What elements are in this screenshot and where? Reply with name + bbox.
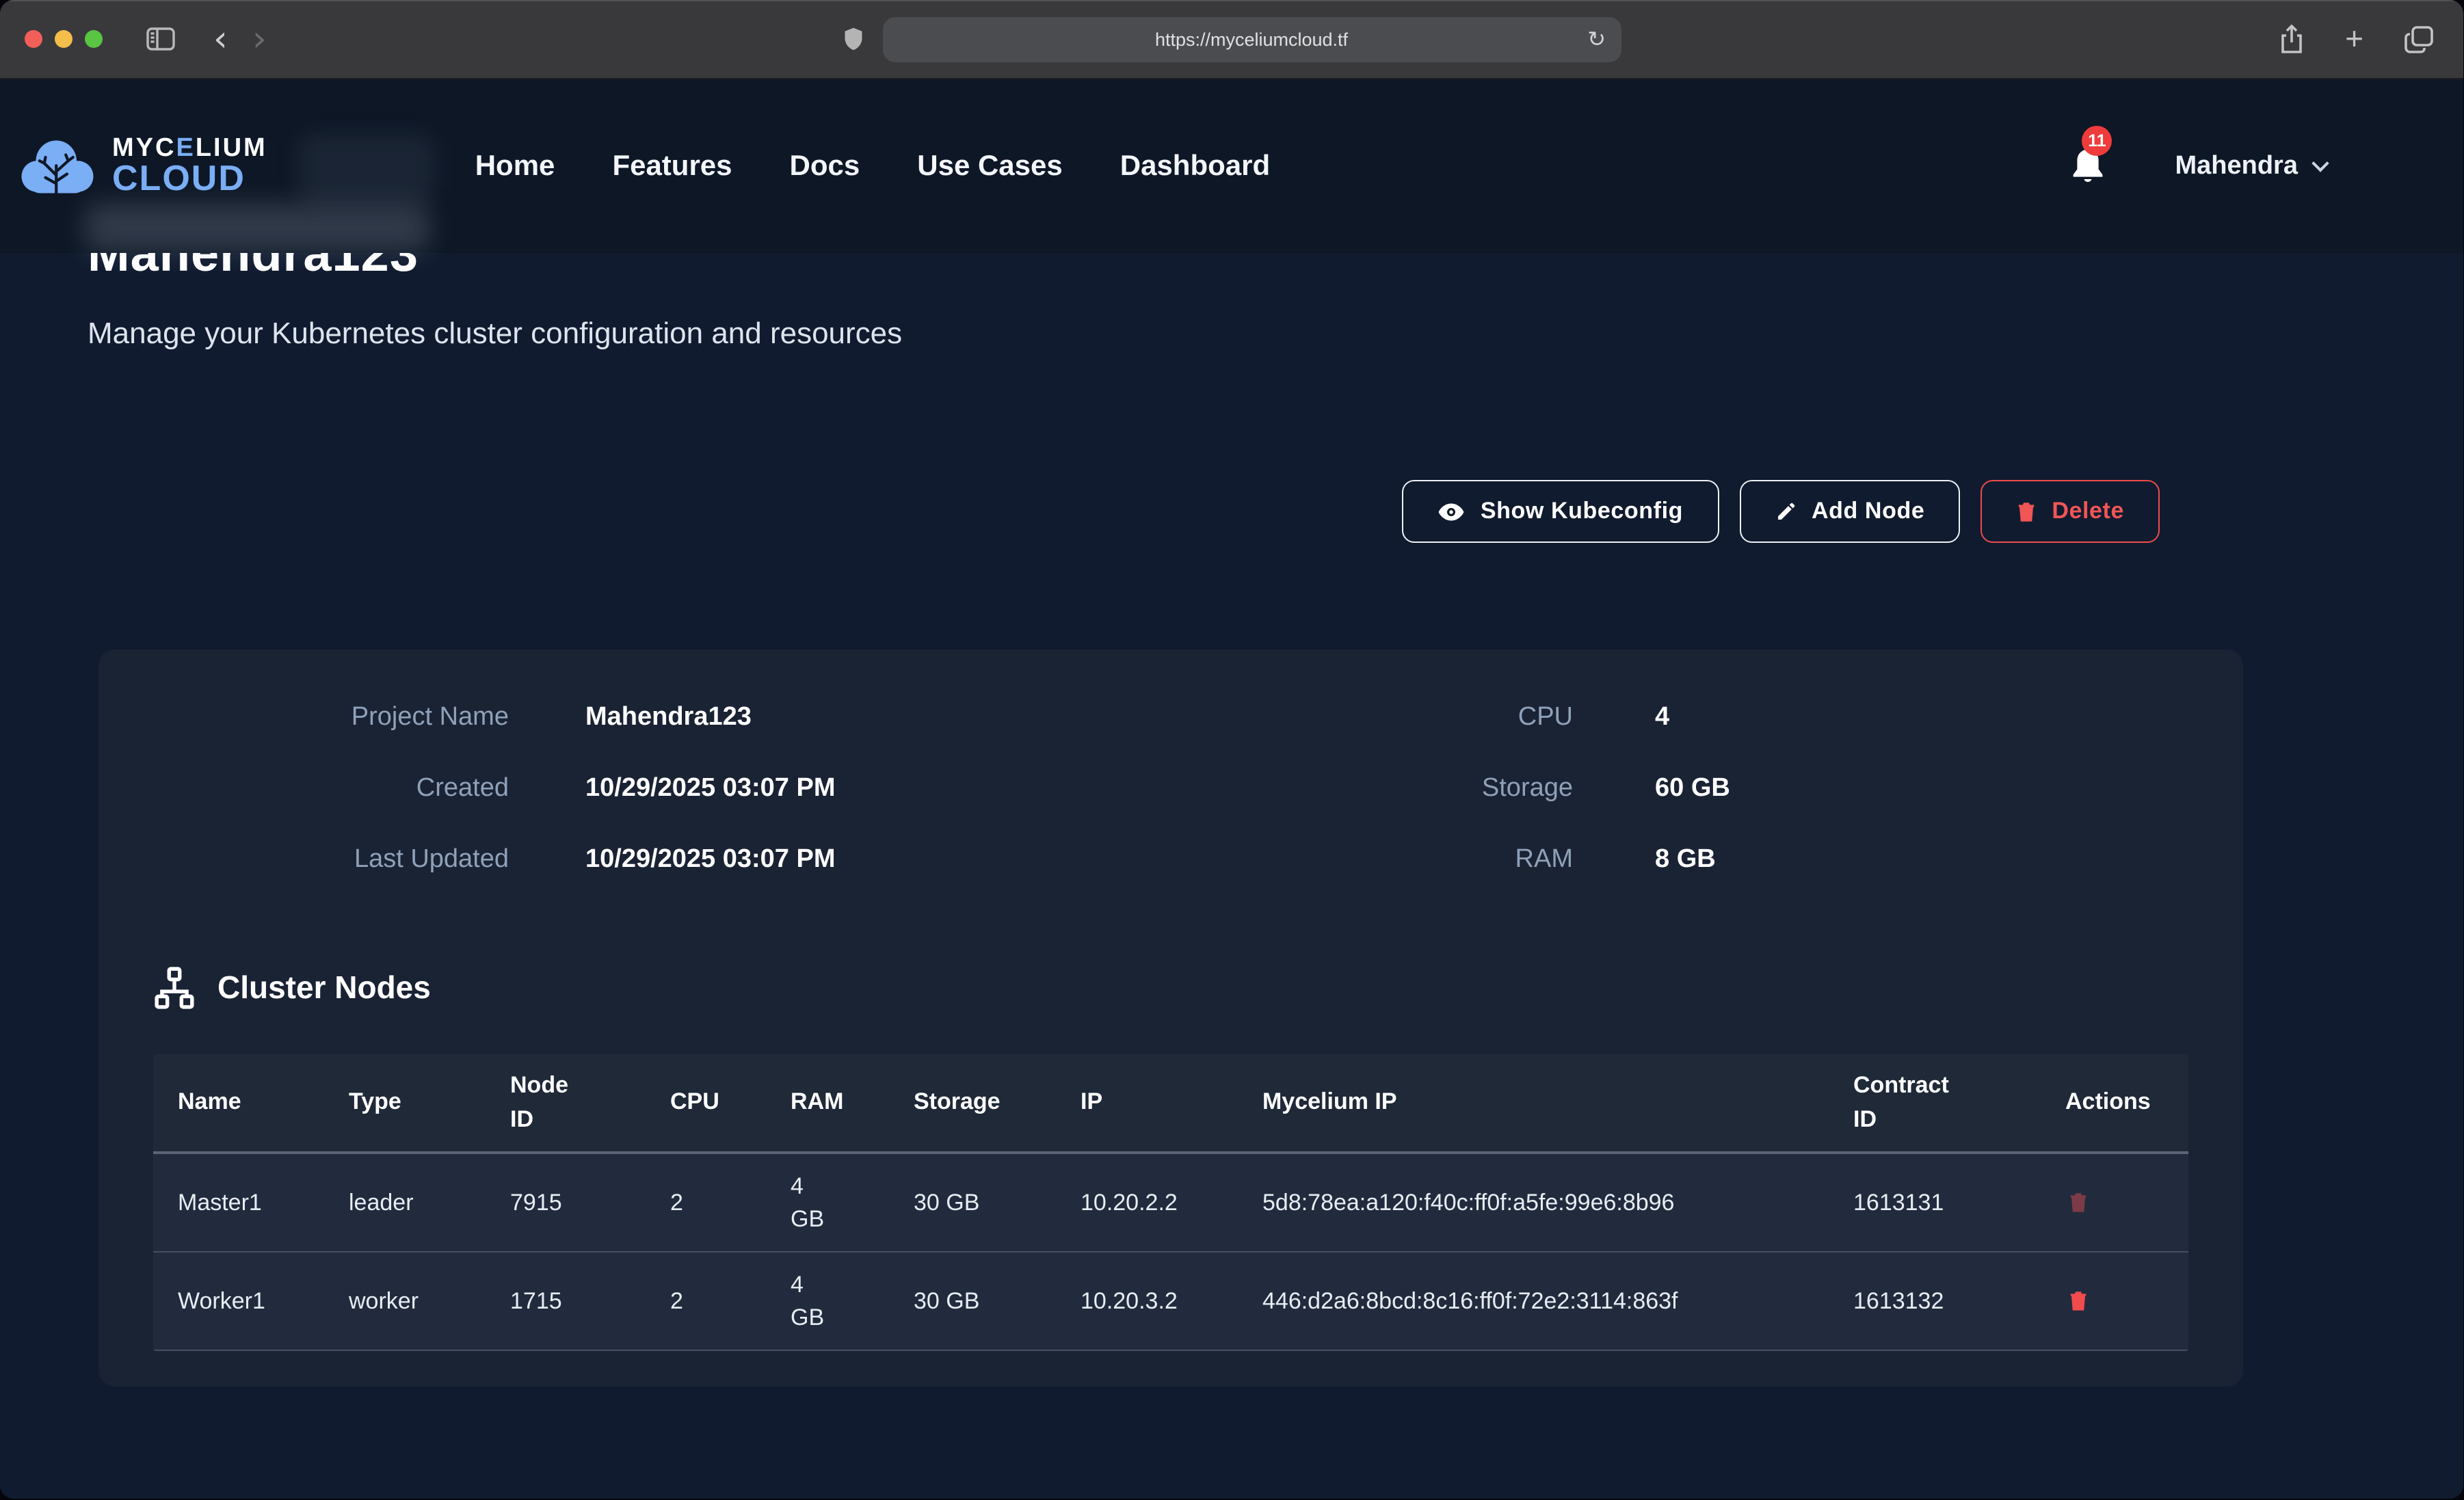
table-row: Master1 leader 7915 2 4 GB 30 GB 10.20.2… (153, 1154, 2188, 1253)
forward-button[interactable]: › (244, 21, 275, 57)
traffic-lights (25, 30, 103, 48)
tab-overview-icon[interactable] (2405, 25, 2433, 53)
cell-name: Worker1 (153, 1285, 324, 1317)
column-header-ram: RAM (766, 1086, 889, 1119)
delete-node-button[interactable] (2041, 1191, 2089, 1214)
back-button[interactable]: ‹ (205, 21, 236, 57)
share-icon[interactable] (2278, 24, 2304, 54)
site-navbar: MYCELIUM CLOUD Home Features Docs Use Ca… (0, 79, 2463, 253)
detail-label: CPU (1171, 701, 1573, 734)
column-header-storage: Storage (889, 1086, 1056, 1119)
detail-label: Project Name (153, 701, 509, 734)
nav-link-docs[interactable]: Docs (790, 150, 860, 183)
column-header-name: Name (153, 1086, 324, 1119)
cell-ip: 10.20.3.2 (1056, 1285, 1238, 1317)
cell-ram: 4 GB (766, 1268, 889, 1333)
nav-link-home[interactable]: Home (475, 150, 555, 183)
user-name: Mahendra (2175, 151, 2299, 181)
user-menu[interactable]: Mahendra (2175, 151, 2327, 181)
eye-icon (1438, 501, 1466, 522)
details-right-column: CPU 4 Storage 60 GB RAM 8 GB (1171, 701, 2188, 876)
cluster-nodes-heading: Cluster Nodes (217, 969, 431, 1006)
mycelium-cloud-logo[interactable]: MYCELIUM CLOUD (19, 133, 267, 199)
detail-value: 60 GB (1655, 773, 2188, 805)
nav-link-dashboard[interactable]: Dashboard (1120, 150, 1270, 183)
add-node-button[interactable]: Add Node (1739, 480, 1960, 543)
column-header-mycelium-ip: Mycelium IP (1238, 1086, 1829, 1119)
trash-icon (2068, 1289, 2089, 1313)
delete-cluster-button[interactable]: Delete (1981, 480, 2160, 543)
nav-link-features[interactable]: Features (612, 150, 732, 183)
privacy-shield-icon[interactable] (843, 27, 863, 51)
logo-wordmark: MYCELIUM CLOUD (112, 135, 267, 197)
cell-cpu: 2 (646, 1285, 766, 1317)
cloud-logo-icon (19, 133, 96, 199)
cell-type: leader (324, 1186, 486, 1219)
blurred-region (298, 134, 435, 202)
column-header-actions: Actions (2041, 1086, 2188, 1119)
cell-ram: 4 GB (766, 1170, 889, 1235)
cell-contract-id: 1613131 (1829, 1186, 2041, 1219)
table-header-row: Name Type Node ID CPU RAM Storage IP Myc… (153, 1054, 2188, 1154)
close-window-button[interactable] (25, 30, 42, 48)
show-kubeconfig-button[interactable]: Show Kubeconfig (1403, 480, 1719, 543)
browser-window: ‹ › https://myceliumcloud.tf ↻ + (0, 0, 2463, 1499)
detail-value: 10/29/2025 03:07 PM (585, 773, 1171, 805)
sidebar-toggle-icon[interactable] (146, 27, 175, 51)
column-header-type: Type (324, 1086, 486, 1119)
nav-link-use-cases[interactable]: Use Cases (917, 150, 1063, 183)
delete-node-button[interactable] (2041, 1289, 2089, 1313)
table-row: Worker1 worker 1715 2 4 GB 30 GB 10.20.3… (153, 1253, 2188, 1351)
browser-toolbar: ‹ › https://myceliumcloud.tf ↻ + (0, 0, 2463, 79)
detail-value: 4 (1655, 701, 2188, 734)
cell-mycelium-ip: 446:d2a6:8bcd:8c16:ff0f:72e2:3114:863f (1238, 1285, 1829, 1317)
cell-storage: 30 GB (889, 1285, 1056, 1317)
cell-contract-id: 1613132 (1829, 1285, 2041, 1317)
page-subtitle: Manage your Kubernetes cluster configura… (88, 316, 2376, 351)
trash-icon (2068, 1191, 2089, 1214)
column-header-contract-id: Contract ID (1829, 1069, 2041, 1137)
url-text: https://myceliumcloud.tf (1155, 29, 1348, 49)
reload-icon[interactable]: ↻ (1587, 26, 1606, 52)
pencil-icon (1775, 500, 1797, 522)
cell-storage: 30 GB (889, 1186, 1056, 1219)
nav-links: Home Features Docs Use Cases Dashboard (475, 150, 1270, 183)
address-bar[interactable]: https://myceliumcloud.tf ↻ (882, 16, 1621, 62)
detail-label: Created (153, 773, 509, 805)
cell-ip: 10.20.2.2 (1056, 1186, 1238, 1219)
cluster-nodes-icon (153, 967, 196, 1009)
cell-type: worker (324, 1285, 486, 1317)
minimize-window-button[interactable] (55, 30, 72, 48)
column-header-node-id: Node ID (486, 1069, 646, 1137)
page-content: MYCELIUM CLOUD Home Features Docs Use Ca… (0, 79, 2463, 1499)
column-header-cpu: CPU (646, 1086, 766, 1119)
detail-value: Mahendra123 (585, 701, 1171, 734)
details-left-column: Project Name Mahendra123 Created 10/29/2… (153, 701, 1171, 876)
detail-label: Last Updated (153, 844, 509, 876)
cell-cpu: 2 (646, 1186, 766, 1219)
cell-name: Master1 (153, 1186, 324, 1219)
column-header-ip: IP (1056, 1086, 1238, 1119)
cell-node-id: 7915 (486, 1186, 646, 1219)
cell-node-id: 1715 (486, 1285, 646, 1317)
detail-value: 10/29/2025 03:07 PM (585, 844, 1171, 876)
blurred-region (85, 204, 429, 252)
notification-badge: 11 (2082, 126, 2112, 156)
cluster-nodes-table: Name Type Node ID CPU RAM Storage IP Myc… (153, 1054, 2188, 1351)
cell-mycelium-ip: 5d8:78ea:a120:f40c:ff0f:a5fe:99e6:8b96 (1238, 1186, 1829, 1219)
chevron-down-icon (2311, 154, 2329, 171)
new-tab-icon[interactable]: + (2345, 23, 2363, 55)
detail-label: Storage (1171, 773, 1573, 805)
detail-value: 8 GB (1655, 844, 2188, 876)
zoom-window-button[interactable] (85, 30, 103, 48)
detail-label: RAM (1171, 844, 1573, 876)
trash-icon (2016, 500, 2037, 523)
notifications-button[interactable]: 11 (2070, 146, 2107, 186)
cluster-actions: Show Kubeconfig Add Node Delete (88, 480, 2376, 543)
cluster-details-panel: Project Name Mahendra123 Created 10/29/2… (98, 649, 2243, 1387)
